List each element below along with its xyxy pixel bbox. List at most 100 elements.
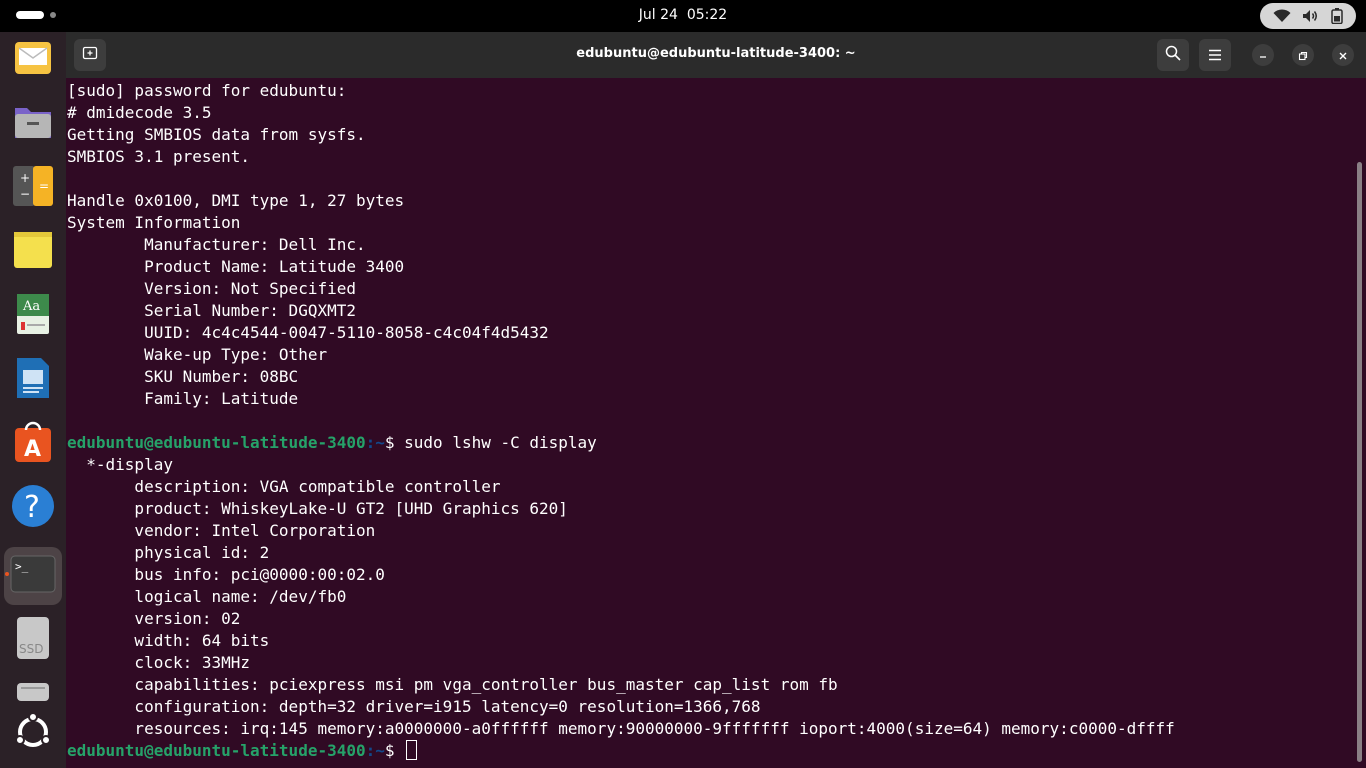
svg-text:SSD: SSD [19,642,43,656]
clock-date: Jul 24 [638,7,678,23]
svg-text:+: + [20,171,30,185]
terminal-line: Version: Not Specified [66,278,1356,300]
prompt-user-host: edubuntu@edubuntu-latitude-3400 [67,741,366,760]
drive-launcher[interactable] [4,675,62,701]
terminal-line: logical name: /dev/fb0 [66,586,1356,608]
terminal-icon: >_ [10,555,56,597]
wifi-icon [1273,9,1291,23]
output-text: SMBIOS 3.1 present. [67,147,251,166]
drive-icon: SSD [15,615,51,665]
output-text: System Information [67,213,241,232]
terminal-line: Manufacturer: Dell Inc. [66,234,1356,256]
svg-text:?: ? [24,490,40,525]
workspace-active-pill [16,11,44,19]
terminal-line: Serial Number: DGQXMT2 [66,300,1356,322]
search-button[interactable] [1157,39,1189,71]
output-text: capabilities: pciexpress msi pm vga_cont… [67,675,838,694]
terminal-output[interactable]: [sudo] password for edubuntu: # dmidecode… [66,78,1356,768]
terminal-line: Wake-up Type: Other [66,344,1356,366]
terminal-line: System Information [66,212,1356,234]
command-text: sudo lshw -C display [404,433,597,452]
minimize-icon [1258,46,1268,65]
store-icon: A [13,420,53,468]
output-text: width: 64 bits [67,631,270,650]
output-text: [sudo] password for edubuntu: [67,81,347,100]
battery-icon [1330,8,1343,24]
close-button[interactable] [1332,44,1354,66]
app-center-launcher[interactable]: A [4,415,62,473]
calculator-app-launcher[interactable]: + − = [4,159,62,217]
book-icon: Aa [13,292,53,340]
svg-text:A: A [24,437,41,462]
prompt-path: :~ [365,433,385,452]
dictionary-app-launcher[interactable]: Aa [4,287,62,345]
prompt-symbol: $ [384,433,405,452]
search-icon [1165,45,1181,65]
terminal-line: SKU Number: 08BC [66,366,1356,388]
output-text: Serial Number: DGQXMT2 [67,301,356,320]
svg-text:Aa: Aa [22,299,40,314]
terminal-line: version: 02 [66,608,1356,630]
terminal-line: capabilities: pciexpress msi pm vga_cont… [66,674,1356,696]
terminal-line: Family: Latitude [66,388,1356,410]
output-text: Handle 0x0100, DMI type 1, 27 bytes [67,191,405,210]
minimize-button[interactable] [1252,44,1274,66]
files-app-launcher[interactable] [4,95,62,153]
document-icon [13,356,53,404]
new-tab-button[interactable] [74,39,106,71]
terminal-app-launcher[interactable]: >_ [4,547,62,605]
menu-button[interactable] [1199,39,1231,71]
output-text: vendor: Intel Corporation [67,521,376,540]
output-text: Wake-up Type: Other [67,345,328,364]
output-text: UUID: 4c4c4544-0047-5110-8058-c4c04f4d54… [67,323,549,342]
mail-app-launcher[interactable] [4,31,62,89]
terminal-prompt-line: edubuntu@edubuntu-latitude-3400:~$ [66,740,1356,762]
terminal-line: resources: irq:145 memory:a0000000-a0fff… [66,718,1356,740]
output-text: description: VGA compatible controller [67,477,501,496]
clock[interactable]: Jul 24 05:22 [0,7,1366,23]
terminal-line: clock: 33MHz [66,652,1356,674]
output-text: Version: Not Specified [67,279,356,298]
terminal-line: Handle 0x0100, DMI type 1, 27 bytes [66,190,1356,212]
activities-indicator[interactable] [16,11,56,19]
terminal-line: product: WhiskeyLake-U GT2 [UHD Graphics… [66,498,1356,520]
folder-icon [11,100,55,148]
output-text: SKU Number: 08BC [67,367,299,386]
terminal-window: edubuntu@edubuntu-latitude-3400: ~ [sudo… [66,32,1366,768]
terminal-line: bus info: pci@0000:00:02.0 [66,564,1356,586]
running-indicator [5,572,9,576]
help-app-launcher[interactable]: ? [4,479,62,537]
output-text: configuration: depth=32 driver=i915 late… [67,697,761,716]
ubuntu-logo-icon [13,712,53,756]
terminal-line: Getting SMBIOS data from sysfs. [66,124,1356,146]
terminal-line: SMBIOS 3.1 present. [66,146,1356,168]
prompt-user-host: edubuntu@edubuntu-latitude-3400 [67,433,366,452]
output-text: product: WhiskeyLake-U GT2 [UHD Graphics… [67,499,568,518]
terminal-line: configuration: depth=32 driver=i915 late… [66,696,1356,718]
scrollbar[interactable] [1357,162,1362,762]
svg-text:=: = [39,179,49,193]
output-text: bus info: pci@0000:00:02.0 [67,565,385,584]
terminal-line: Product Name: Latitude 3400 [66,256,1356,278]
workspace-dot [50,12,56,18]
terminal-prompt-line: edubuntu@edubuntu-latitude-3400:~$ sudo … [66,432,1356,454]
show-apps-button[interactable] [4,705,62,763]
output-text: logical name: /dev/fb0 [67,587,347,606]
prompt-symbol: $ [384,741,405,760]
system-menu[interactable] [1260,3,1356,29]
ssd-drive-launcher[interactable]: SSD [4,611,62,669]
hamburger-menu-icon [1208,46,1222,65]
new-tab-icon [82,45,98,65]
envelope-icon [13,38,53,82]
writer-app-launcher[interactable] [4,351,62,409]
output-text: version: 02 [67,609,241,628]
output-text: clock: 33MHz [67,653,251,672]
output-text: # dmidecode 3.5 [67,103,212,122]
output-text: Family: Latitude [67,389,299,408]
maximize-button[interactable] [1292,44,1314,66]
notes-app-launcher[interactable] [4,223,62,281]
terminal-line: *-display [66,454,1356,476]
output-text: Getting SMBIOS data from sysfs. [67,125,366,144]
